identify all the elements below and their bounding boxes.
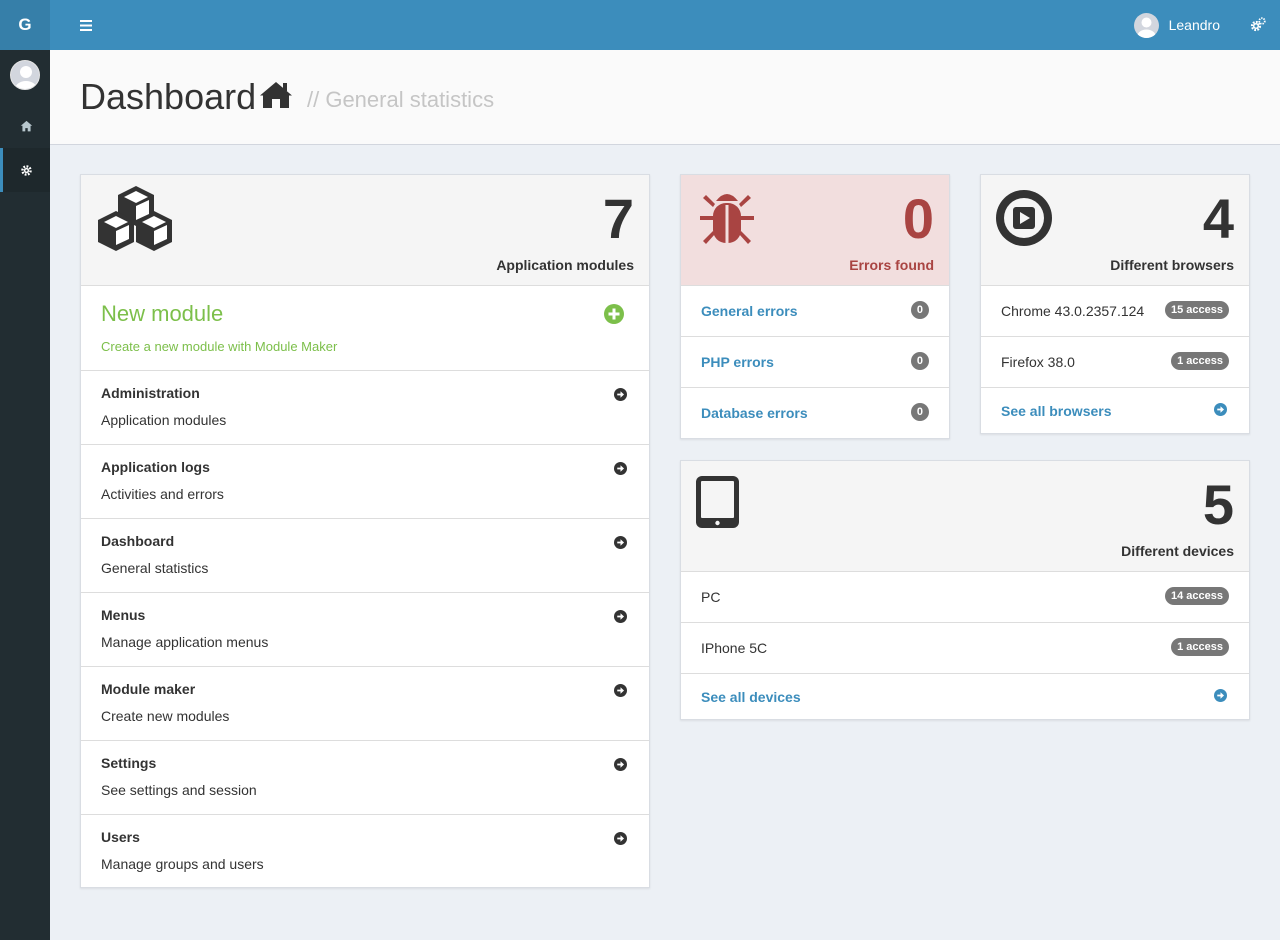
gears-icon [1250,17,1266,32]
module-item-settings[interactable]: Settings See settings and session [81,741,649,815]
module-item-desc: Application modules [101,412,227,428]
see-all-devices-row[interactable]: See all devices [681,674,1249,719]
device-name: IPhone 5C [701,640,768,656]
see-all-browsers-link[interactable]: See all browsers [1001,403,1112,419]
browser-item: Firefox 38.0 1 access [981,337,1249,388]
module-item-title: Settings [101,755,157,771]
arrow-circle-right-icon [614,536,627,549]
page-subtitle: // General statistics [307,87,495,112]
see-all-browsers-row[interactable]: See all browsers [981,388,1249,433]
count-badge: 0 [910,403,929,421]
compass-icon [996,190,1052,246]
module-item-title: Menus [101,607,146,623]
errors-count: 0 [902,187,934,250]
module-item-title: Administration [101,385,200,401]
sidebar-toggle[interactable] [50,0,122,50]
general-errors-link[interactable]: General errors [701,303,798,319]
cubes-icon [98,186,172,251]
count-badge: 0 [910,352,929,370]
access-badge: 1 access [1171,638,1229,656]
tablet-icon [696,476,739,528]
browsers-panel-header: 4 Different browsers [981,175,1249,286]
content-header: Dashboard // General statistics [50,50,1280,145]
home-icon [260,82,292,108]
sidebar-avatar[interactable] [10,60,40,90]
brand-logo[interactable]: G [0,0,50,50]
browsers-label: Different browsers [1110,257,1234,273]
modules-count: 7 [602,187,634,250]
arrow-circle-right-icon [614,388,627,401]
module-item-desc: Manage application menus [101,634,269,650]
browsers-panel: 4 Different browsers Chrome 43.0.2357.12… [980,174,1250,434]
errors-panel: 0 Errors found General errors 0 PHP erro… [680,174,950,439]
module-item-dashboard[interactable]: Dashboard General statistics [81,519,649,593]
errors-panel-header: 0 Errors found [681,175,949,286]
arrow-circle-right-icon [1214,403,1227,416]
new-module-desc: Create a new module with Module Maker [101,339,338,354]
access-badge: 14 access [1165,587,1229,605]
module-item-title: Dashboard [101,533,175,549]
device-item: PC 14 access [681,572,1249,623]
browser-name: Firefox 38.0 [1001,354,1075,370]
see-all-devices-link[interactable]: See all devices [701,689,801,705]
gear-icon [21,164,32,176]
arrow-circle-right-icon [614,610,627,623]
module-item-module-maker[interactable]: Module maker Create new modules [81,667,649,741]
arrow-circle-right-icon [614,832,627,845]
arrow-circle-right-icon [614,462,627,475]
modules-label: Application modules [496,257,634,273]
general-errors-item[interactable]: General errors 0 [681,286,949,337]
browsers-count: 4 [1202,187,1234,250]
module-item-application-logs[interactable]: Application logs Activities and errors [81,445,649,519]
user-menu[interactable]: Leandro [1133,0,1220,50]
avatar [1133,12,1159,38]
sidebar-item-settings[interactable] [0,148,50,192]
home-icon [20,120,33,131]
module-item-desc: General statistics [101,560,209,576]
modules-panel-header: 7 Application modules [81,175,649,286]
sidebar: G [0,0,50,940]
module-item-desc: Create new modules [101,708,230,724]
module-item-title: Application logs [101,459,210,475]
sidebar-item-home[interactable] [0,104,50,148]
user-name: Leandro [1168,17,1220,33]
module-item-administration[interactable]: Administration Application modules [81,371,649,445]
module-item-desc: Activities and errors [101,486,224,502]
modules-panel: 7 Application modules New module Create … [80,174,650,888]
errors-label: Errors found [849,257,934,273]
php-errors-item[interactable]: PHP errors 0 [681,337,949,388]
browser-item: Chrome 43.0.2357.124 15 access [981,286,1249,337]
module-item-users[interactable]: Users Manage groups and users [81,815,649,888]
module-item-title: Users [101,829,140,845]
php-errors-link[interactable]: PHP errors [701,354,774,370]
devices-panel-header: 5 Different devices [681,461,1249,572]
menu-icon [80,19,92,31]
device-item: IPhone 5C 1 access [681,623,1249,674]
module-item-menus[interactable]: Menus Manage application menus [81,593,649,667]
bug-icon [700,194,754,244]
access-badge: 1 access [1171,352,1229,370]
module-item-title: Module maker [101,681,196,697]
browser-name: Chrome 43.0.2357.124 [1001,303,1145,319]
new-module-item[interactable]: New module Create a new module with Modu… [81,286,649,371]
database-errors-link[interactable]: Database errors [701,405,808,421]
plus-circle-icon [604,304,624,324]
arrow-circle-right-icon [614,758,627,771]
arrow-circle-right-icon [614,684,627,697]
device-name: PC [701,589,721,605]
devices-panel: 5 Different devices PC 14 access IPhone … [680,460,1250,720]
count-badge: 0 [910,301,929,319]
control-sidebar-button[interactable] [1250,17,1266,37]
arrow-circle-right-icon [1214,689,1227,702]
new-module-title: New module [101,301,224,326]
module-item-desc: See settings and session [101,782,257,798]
devices-count: 5 [1202,473,1234,536]
access-badge: 15 access [1165,301,1229,319]
top-navbar: Leandro [50,0,1280,50]
module-item-desc: Manage groups and users [101,856,264,872]
database-errors-item[interactable]: Database errors 0 [681,388,949,438]
page-title: Dashboard [80,76,257,117]
devices-label: Different devices [1121,543,1234,559]
